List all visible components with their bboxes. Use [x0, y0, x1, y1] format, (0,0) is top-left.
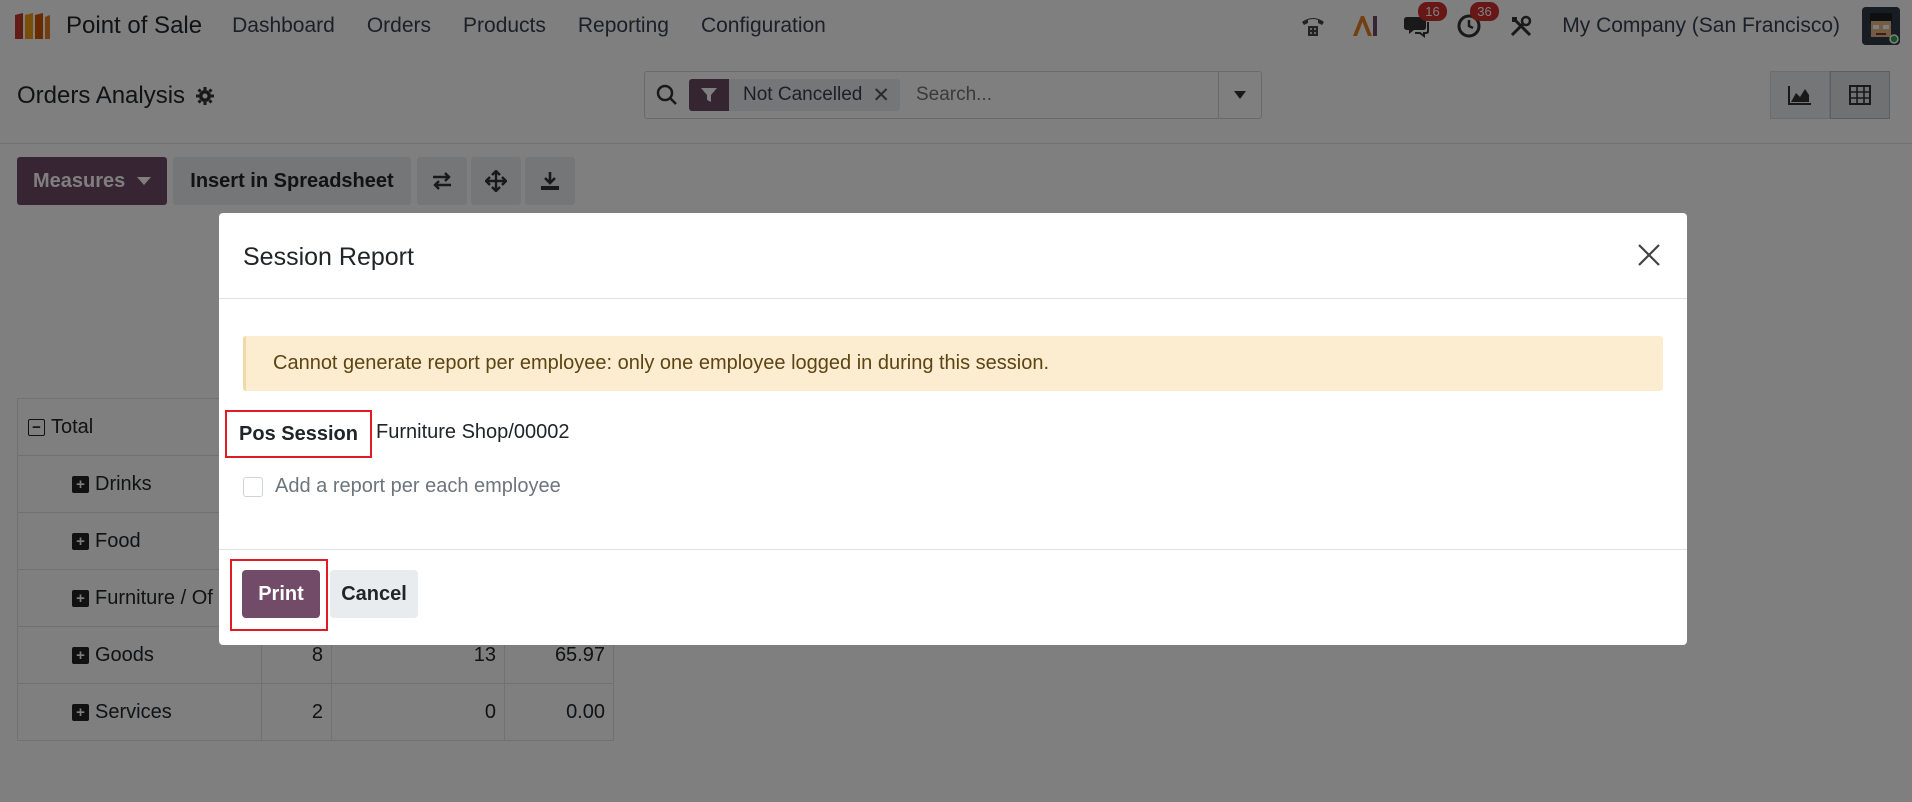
pos-session-label: Pos Session: [225, 410, 372, 458]
modal-header: Session Report: [219, 213, 1687, 299]
print-button[interactable]: Print: [242, 570, 320, 618]
cancel-button[interactable]: Cancel: [330, 570, 418, 618]
modal-footer: Print Cancel: [219, 549, 1687, 645]
employee-report-checkbox[interactable]: [243, 476, 263, 497]
pos-session-value[interactable]: Furniture Shop/00002: [376, 421, 569, 444]
modal-title: Session Report: [243, 243, 414, 271]
warning-alert: Cannot generate report per employee: onl…: [243, 336, 1663, 391]
session-report-dialog: Session Report Cannot generate report pe…: [219, 213, 1687, 645]
employee-report-label: Add a report per each employee: [275, 475, 561, 497]
close-icon[interactable]: [1633, 239, 1665, 271]
employee-report-option: Add a report per each employee: [243, 475, 561, 498]
